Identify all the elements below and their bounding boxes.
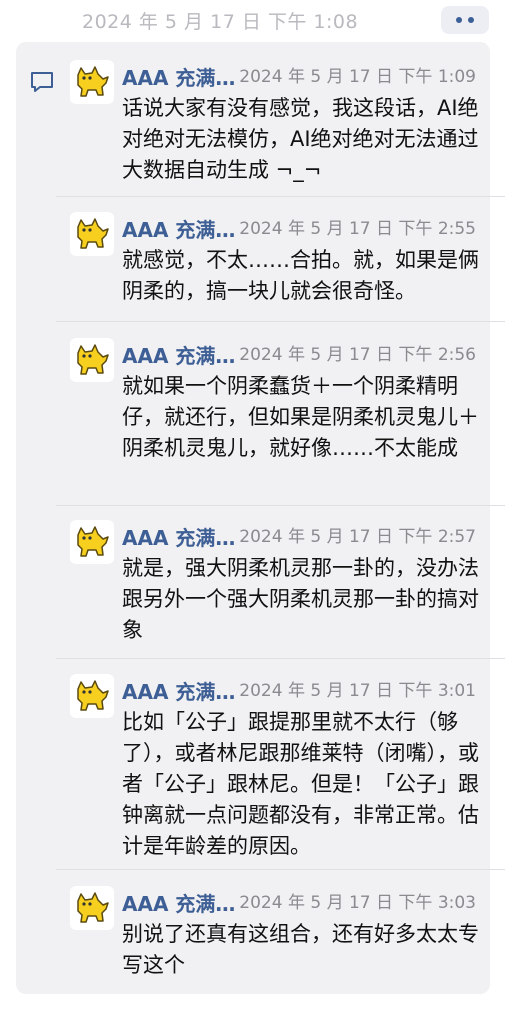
top-bar: 2024 年 5 月 17 日 下午 1:08	[0, 0, 505, 38]
cat-avatar-icon	[77, 892, 109, 923]
avatar[interactable]	[70, 212, 114, 256]
divider	[56, 869, 505, 870]
comment-timestamp: 2024 年 5 月 17 日 下午 3:01	[239, 681, 476, 701]
comment-text: 就如果一个阴柔蠢货＋一个阴柔精明仔，就还行，但如果是阴柔机灵鬼儿＋阴柔机灵鬼儿，…	[122, 374, 479, 460]
comment-timestamp: 2024 年 5 月 17 日 下午 2:55	[239, 219, 476, 239]
comment-item: AAA 充满… 2024 年 5 月 17 日 下午 2:57 就是，强大阴柔机…	[70, 520, 490, 660]
comment-text: 话说大家有没有感觉，我这段话，AI绝对绝对无法模仿，AI绝对绝对无法通过大数据自…	[122, 96, 479, 182]
comment-timestamp: 2024 年 5 月 17 日 下午 2:56	[239, 345, 476, 365]
header-timestamp: 2024 年 5 月 17 日 下午 1:08	[82, 11, 359, 33]
divider	[56, 321, 505, 322]
comment-author[interactable]: AAA 充满…	[122, 888, 235, 917]
cat-avatar-icon	[77, 680, 109, 711]
comment-timestamp: 2024 年 5 月 17 日 下午 1:09	[239, 67, 476, 87]
comment-timestamp: 2024 年 5 月 17 日 下午 3:03	[239, 893, 476, 913]
comment-author[interactable]: AAA 充满…	[122, 340, 235, 369]
comment-author[interactable]: AAA 充满…	[122, 676, 235, 705]
comment-item: AAA 充满… 2024 年 5 月 17 日 下午 3:03 别说了还真有这组…	[70, 886, 490, 986]
comment-item: AAA 充满… 2024 年 5 月 17 日 下午 2:56 就如果一个阴柔蠢…	[70, 338, 490, 508]
comment-item: AAA 充满… 2024 年 5 月 17 日 下午 3:01 比如「公子」跟提…	[70, 674, 490, 864]
more-dot-icon	[468, 17, 474, 23]
avatar[interactable]	[70, 886, 114, 930]
comment-timestamp: 2024 年 5 月 17 日 下午 2:57	[239, 527, 476, 547]
cat-avatar-icon	[77, 344, 109, 375]
divider	[56, 505, 505, 506]
avatar[interactable]	[70, 520, 114, 564]
more-options-button[interactable]	[441, 6, 489, 34]
comment-author[interactable]: AAA 充满…	[122, 62, 235, 91]
divider	[56, 658, 505, 659]
comment-text: 就感觉，不太……合拍。就，如果是俩阴柔的，搞一块儿就会很奇怪。	[122, 248, 479, 303]
avatar[interactable]	[70, 674, 114, 718]
cat-avatar-icon	[77, 526, 109, 557]
avatar[interactable]	[70, 338, 114, 382]
comment-item: AAA 充满… 2024 年 5 月 17 日 下午 1:09 话说大家有没有感…	[70, 60, 490, 200]
comment-text: 别说了还真有这组合，还有好多太太专写这个	[122, 922, 479, 977]
comment-icon[interactable]	[29, 70, 55, 94]
cat-avatar-icon	[77, 66, 109, 97]
cat-avatar-icon	[77, 218, 109, 249]
avatar[interactable]	[70, 60, 114, 104]
comment-text: 比如「公子」跟提那里就不太行（够了），或者林尼跟那维莱特（闭嘴），或者「公子」跟…	[122, 710, 479, 858]
comment-text: 就是，强大阴柔机灵那一卦的，没办法跟另外一个强大阴柔机灵那一卦的搞对象	[122, 556, 479, 642]
divider	[56, 196, 505, 197]
comment-author[interactable]: AAA 充满…	[122, 214, 235, 243]
more-dot-icon	[456, 17, 462, 23]
comment-item: AAA 充满… 2024 年 5 月 17 日 下午 2:55 就感觉，不太………	[70, 212, 490, 322]
comment-author[interactable]: AAA 充满…	[122, 522, 235, 551]
